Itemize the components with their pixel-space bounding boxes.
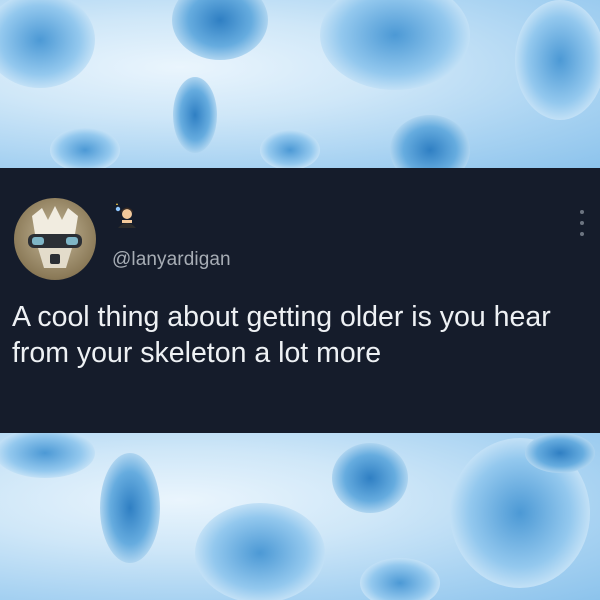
person-emoji-icon (110, 202, 140, 232)
author-avatar[interactable] (14, 198, 96, 280)
vertical-ellipsis-icon (580, 210, 584, 214)
bone-texture-top (0, 0, 600, 168)
ellipsis-dot (580, 232, 584, 236)
tweet-text: A cool thing about getting older is you … (12, 301, 551, 369)
bone-texture-bottom (0, 433, 600, 600)
author-handle[interactable]: @lanyardigan (112, 249, 231, 271)
tweet-card: @lanyardigan A cool thing about getting … (0, 168, 600, 433)
more-options-button[interactable] (576, 210, 588, 236)
ellipsis-dot (580, 221, 584, 225)
